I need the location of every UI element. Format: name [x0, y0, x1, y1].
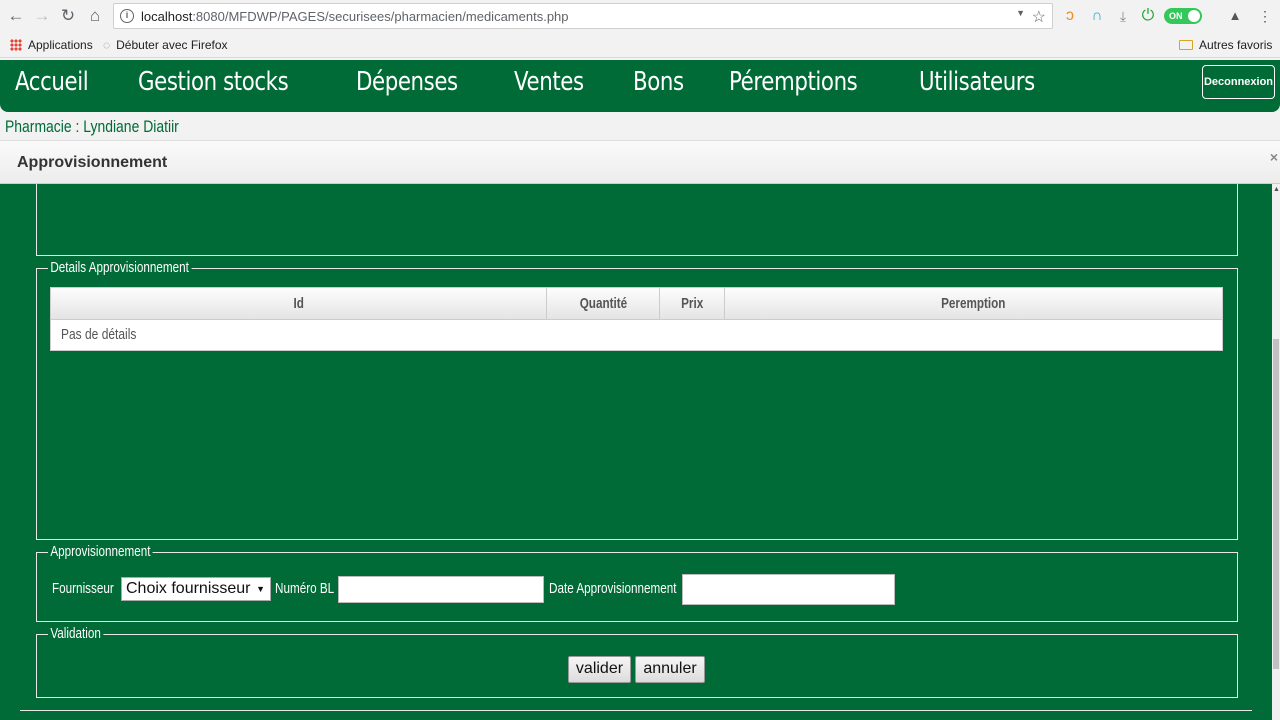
home-icon[interactable]: ⌂ — [85, 6, 105, 26]
close-icon[interactable]: × — [1270, 149, 1278, 165]
extension-c-icon[interactable]: ↄ — [1061, 7, 1079, 25]
details-legend: Details Approvisionnement — [48, 259, 192, 276]
nav-item-ventes[interactable]: Ventes — [514, 67, 584, 97]
column-header-peremption[interactable]: Peremption — [725, 288, 1222, 319]
bookmarks-bar: Applications ◌ Débuter avec Firefox Autre… — [0, 32, 1280, 58]
folder-icon — [1179, 40, 1193, 50]
validation-legend: Validation — [48, 625, 104, 642]
logout-button[interactable]: Deconnexion — [1202, 65, 1275, 99]
supplier-label: Fournisseur — [52, 580, 114, 597]
table-row: Pas de détails — [50, 320, 1223, 351]
approvisionnement-legend: Approvisionnement — [48, 543, 153, 560]
url-text: localhost:8080/MFDWP/PAGES/securisees/ph… — [141, 9, 569, 24]
nav-item-utilisateurs[interactable]: Utilisateurs — [919, 67, 1035, 97]
headphones-icon[interactable]: ∩ — [1088, 7, 1106, 25]
bl-number-input[interactable] — [338, 576, 544, 603]
nav-item-depenses[interactable]: Dépenses — [356, 67, 458, 97]
details-table: Id Quantité Prix Peremption Pas de détai… — [50, 287, 1223, 351]
bookmark-applications[interactable]: Applications — [10, 38, 93, 52]
supplier-select[interactable]: Choix fournisseur ▼ — [121, 577, 271, 601]
previous-fieldset — [36, 184, 1238, 256]
modal-title: Approvisionnement — [17, 154, 168, 171]
download-icon[interactable]: ⤓ — [1114, 7, 1132, 25]
bl-number-label: Numéro BL — [275, 580, 335, 597]
modal-body: Details Approvisionnement Id Quantité Pr… — [0, 184, 1272, 720]
firefox-icon: ◌ — [103, 38, 111, 52]
table-header: Id Quantité Prix Peremption — [50, 287, 1223, 320]
main-navigation: Accueil Gestion stocks Dépenses Ventes B… — [0, 60, 1280, 112]
column-header-quantite[interactable]: Quantité — [547, 288, 660, 319]
browser-toolbar: ← → ↻ ⌂ i localhost:8080/MFDWP/PAGES/sec… — [0, 0, 1280, 32]
address-bar[interactable]: i localhost:8080/MFDWP/PAGES/securisees/… — [113, 3, 1053, 29]
power-icon[interactable]: ⏻ — [1139, 7, 1157, 25]
forward-icon[interactable]: → — [32, 6, 52, 26]
star-icon[interactable]: ☆ — [1032, 7, 1046, 27]
nav-item-accueil[interactable]: Accueil — [15, 67, 89, 97]
column-header-prix[interactable]: Prix — [660, 288, 725, 319]
nav-item-peremptions[interactable]: Péremptions — [729, 67, 858, 97]
info-icon[interactable]: i — [120, 9, 134, 23]
bookmark-firefox[interactable]: ◌ Débuter avec Firefox — [103, 38, 228, 52]
scroll-up-icon[interactable]: ▲ — [1273, 186, 1280, 193]
submit-button[interactable]: valider — [568, 656, 631, 683]
dropdown-icon[interactable]: ▼ — [1016, 8, 1025, 18]
modal-header: Approvisionnement × — [0, 140, 1280, 184]
toggle-on-switch[interactable]: ON — [1164, 8, 1202, 24]
lock-extension-icon[interactable]: ▲ — [1226, 7, 1244, 25]
nav-item-gestion-stocks[interactable]: Gestion stocks — [138, 67, 289, 97]
chevron-down-icon: ▼ — [256, 584, 265, 594]
pharmacy-name: Pharmacie : Lyndiane Diatiir — [5, 117, 179, 136]
column-header-id[interactable]: Id — [51, 288, 547, 319]
back-icon[interactable]: ← — [6, 6, 26, 26]
bookmark-other[interactable]: Autres favoris — [1179, 38, 1272, 52]
menu-dots-icon[interactable]: ⋮ — [1256, 7, 1274, 25]
scrollbar-thumb[interactable] — [1273, 339, 1279, 669]
nav-item-bons[interactable]: Bons — [633, 67, 684, 97]
date-input[interactable] — [682, 574, 895, 605]
bottom-border — [20, 710, 1252, 711]
modal-scrollbar[interactable]: ▲ — [1272, 184, 1280, 720]
reload-icon[interactable]: ↻ — [58, 6, 78, 26]
date-label: Date Approvisionnement — [549, 580, 677, 597]
nav-menu: Accueil Gestion stocks Dépenses Ventes B… — [15, 67, 1060, 97]
apps-grid-icon — [10, 39, 22, 51]
cancel-button[interactable]: annuler — [635, 656, 705, 683]
